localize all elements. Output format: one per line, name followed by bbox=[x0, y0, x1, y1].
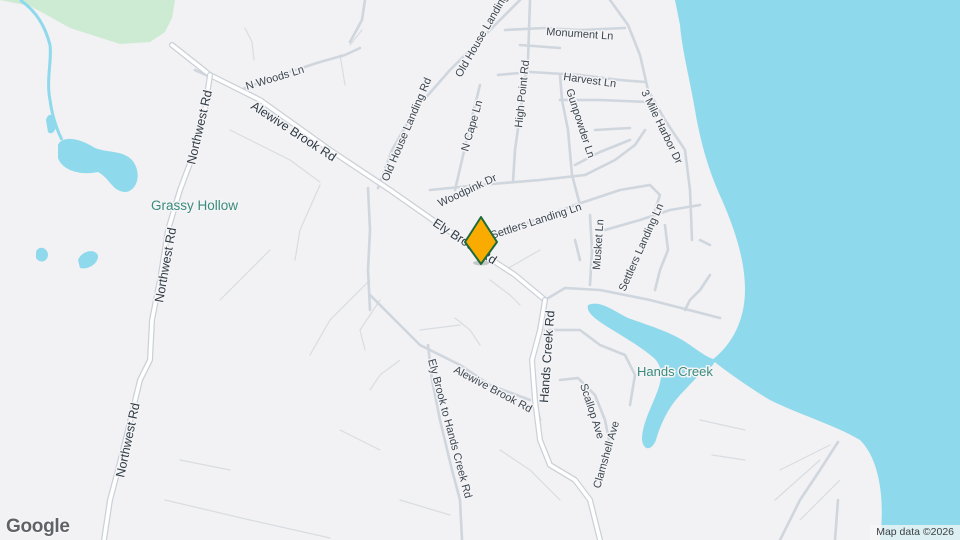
map-canvas[interactable]: Grassy Hollow Hands Creek Alewive Brook … bbox=[0, 0, 960, 540]
pond-small-3 bbox=[78, 251, 98, 269]
road-label-northwest-rd-top: Northwest Rd bbox=[184, 89, 215, 166]
road-label-northwest-rd-mid: Northwest Rd bbox=[152, 226, 179, 303]
road-label-n-woods-ln: N Woods Ln bbox=[244, 64, 305, 93]
map-view[interactable]: Grassy Hollow Hands Creek Alewive Brook … bbox=[0, 0, 960, 540]
place-label-hands-creek: Hands Creek bbox=[637, 364, 713, 379]
road-label-n-cape-ln: N Cape Ln bbox=[459, 99, 485, 153]
road-label-gunpowder-ln: Gunpowder Ln bbox=[563, 87, 597, 159]
road-label-alewive-brook-rd: Alewive Brook Rd bbox=[248, 99, 338, 164]
road-label-high-point-rd: High Point Rd bbox=[513, 60, 532, 129]
road-label-musket-ln: Musket Ln bbox=[591, 219, 607, 270]
road-label-settlers-landing-ln: Settlers Landing Ln bbox=[489, 201, 583, 242]
map-attribution[interactable]: Map data ©2026 bbox=[870, 525, 960, 540]
stream bbox=[19, 0, 64, 141]
pond-small-2 bbox=[36, 247, 48, 262]
pond-grassy-hollow bbox=[58, 138, 138, 192]
road-label-alewive-brook-rd-lower: Alewive Brook Rd bbox=[452, 364, 534, 415]
road-label-3-mile-harbor-dr: 3 Mile Harbor Dr bbox=[638, 88, 684, 166]
road-label-northwest-rd-bottom: Northwest Rd bbox=[113, 402, 142, 479]
google-logo: Google bbox=[6, 516, 70, 537]
place-label-grassy-hollow: Grassy Hollow bbox=[151, 198, 238, 213]
road-label-woodpink-dr: Woodpink Dr bbox=[436, 172, 499, 210]
three-mile-harbor bbox=[675, 0, 960, 540]
road-label-old-house-landing-rd: Old House Landing Rd bbox=[380, 76, 435, 183]
